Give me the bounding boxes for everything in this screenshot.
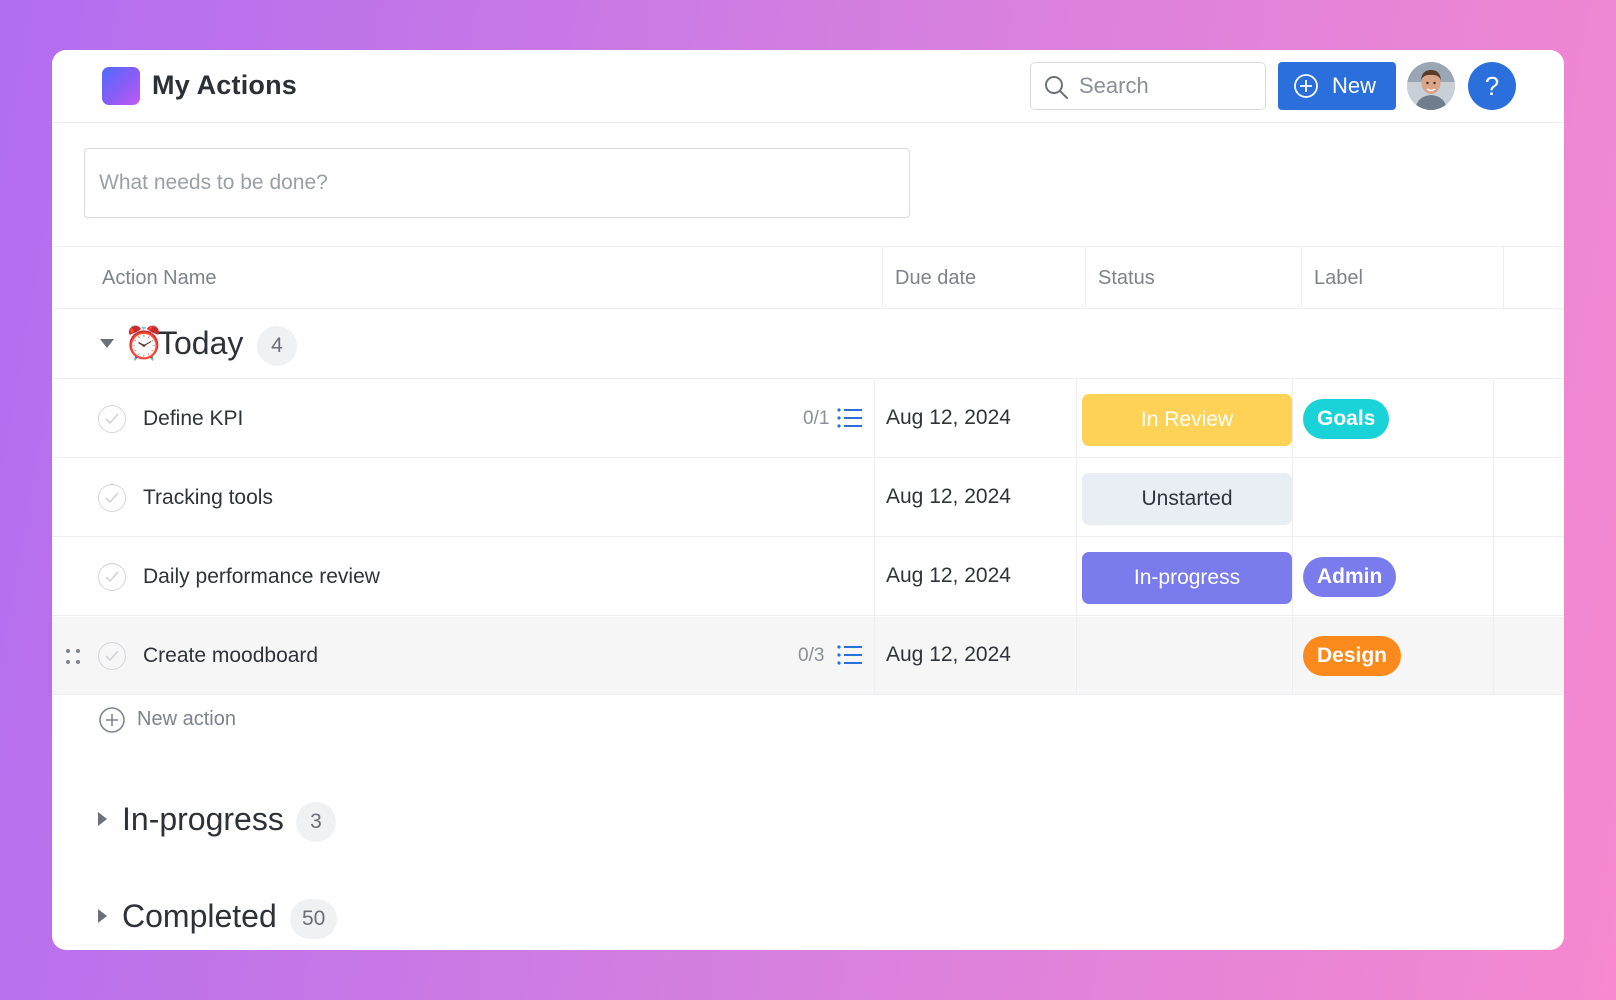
group-in-progress-title: In-progress (122, 801, 284, 837)
new-button-label: New (1332, 73, 1377, 98)
triangle-right-icon[interactable] (98, 812, 108, 826)
complete-checkbox[interactable] (98, 405, 126, 433)
checkmark-icon (105, 650, 119, 662)
top-bar: My Actions New (52, 50, 1564, 123)
new-button[interactable]: New (1278, 62, 1396, 110)
checkmark-icon (105, 413, 119, 425)
new-action-label: New action (137, 708, 236, 730)
status-badge[interactable]: In Review (1082, 394, 1292, 446)
group-today-title: Today (158, 325, 244, 361)
complete-checkbox[interactable] (98, 563, 126, 591)
plus-circle-icon (99, 707, 125, 733)
subtasks-list-icon[interactable] (837, 407, 863, 429)
triangle-down-icon[interactable] (100, 339, 114, 349)
group-completed-count: 50 (290, 899, 338, 939)
drag-handle-icon[interactable] (64, 648, 82, 666)
search-input[interactable] (1079, 71, 1254, 101)
task-name[interactable]: Define KPI (143, 407, 243, 431)
checkmark-icon (105, 571, 119, 583)
column-header-label[interactable]: Label (1302, 247, 1504, 309)
task-name[interactable]: Daily performance review (143, 565, 380, 589)
search-icon (1045, 76, 1068, 99)
table-row[interactable]: Define KPI 0/1 Aug 12, 2024 In Review Go… (52, 380, 1564, 458)
complete-checkbox[interactable] (98, 642, 126, 670)
column-header-action-name[interactable]: Action Name (52, 247, 883, 309)
label-badge[interactable]: Admin (1303, 557, 1397, 597)
subtasks-list-icon[interactable] (837, 644, 863, 666)
app-window: My Actions New (52, 50, 1564, 950)
status-badge[interactable]: Unstarted (1082, 473, 1292, 525)
due-date[interactable]: Aug 12, 2024 (886, 643, 1011, 667)
subtask-count: 0/3 (798, 645, 825, 666)
due-date[interactable]: Aug 12, 2024 (886, 406, 1011, 430)
new-action-input[interactable] (99, 167, 889, 199)
help-button[interactable]: ? (1468, 62, 1516, 110)
column-header-status[interactable]: Status (1086, 247, 1302, 309)
search-box[interactable] (1030, 62, 1266, 110)
table-row[interactable]: Tracking tools Aug 12, 2024 Unstarted (52, 459, 1564, 537)
due-date[interactable]: Aug 12, 2024 (886, 564, 1011, 588)
group-completed-title: Completed (122, 898, 277, 934)
due-date[interactable]: Aug 12, 2024 (886, 485, 1011, 509)
new-action-composer[interactable] (84, 148, 910, 218)
task-name[interactable]: Create moodboard (143, 644, 318, 668)
table-row[interactable]: Create moodboard 0/3 Aug 12, 2024 Design (52, 617, 1564, 695)
group-today-header[interactable]: ⏰ Today 4 (52, 309, 1564, 379)
group-completed-header[interactable]: Completed 50 (52, 882, 1564, 950)
task-name[interactable]: Tracking tools (143, 486, 273, 510)
table-header: Action Name Due date Status Label (52, 246, 1564, 309)
table-row[interactable]: Daily performance review Aug 12, 2024 In… (52, 538, 1564, 616)
avatar-image (1407, 62, 1455, 110)
user-avatar[interactable] (1407, 62, 1455, 110)
group-in-progress-count: 3 (296, 802, 336, 842)
label-badge[interactable]: Design (1303, 636, 1402, 676)
subtask-count: 0/1 (803, 408, 830, 429)
label-badge[interactable]: Goals (1303, 399, 1390, 439)
triangle-right-icon[interactable] (98, 909, 108, 923)
status-badge[interactable]: In-progress (1082, 552, 1292, 604)
plus-circle-icon (1294, 74, 1318, 98)
complete-checkbox[interactable] (98, 484, 126, 512)
group-today-count: 4 (257, 326, 297, 366)
app-logo-icon (102, 67, 140, 105)
page-title: My Actions (152, 70, 298, 100)
column-header-due-date[interactable]: Due date (883, 247, 1086, 309)
checkmark-icon (105, 492, 119, 504)
group-in-progress-header[interactable]: In-progress 3 (52, 785, 1564, 855)
